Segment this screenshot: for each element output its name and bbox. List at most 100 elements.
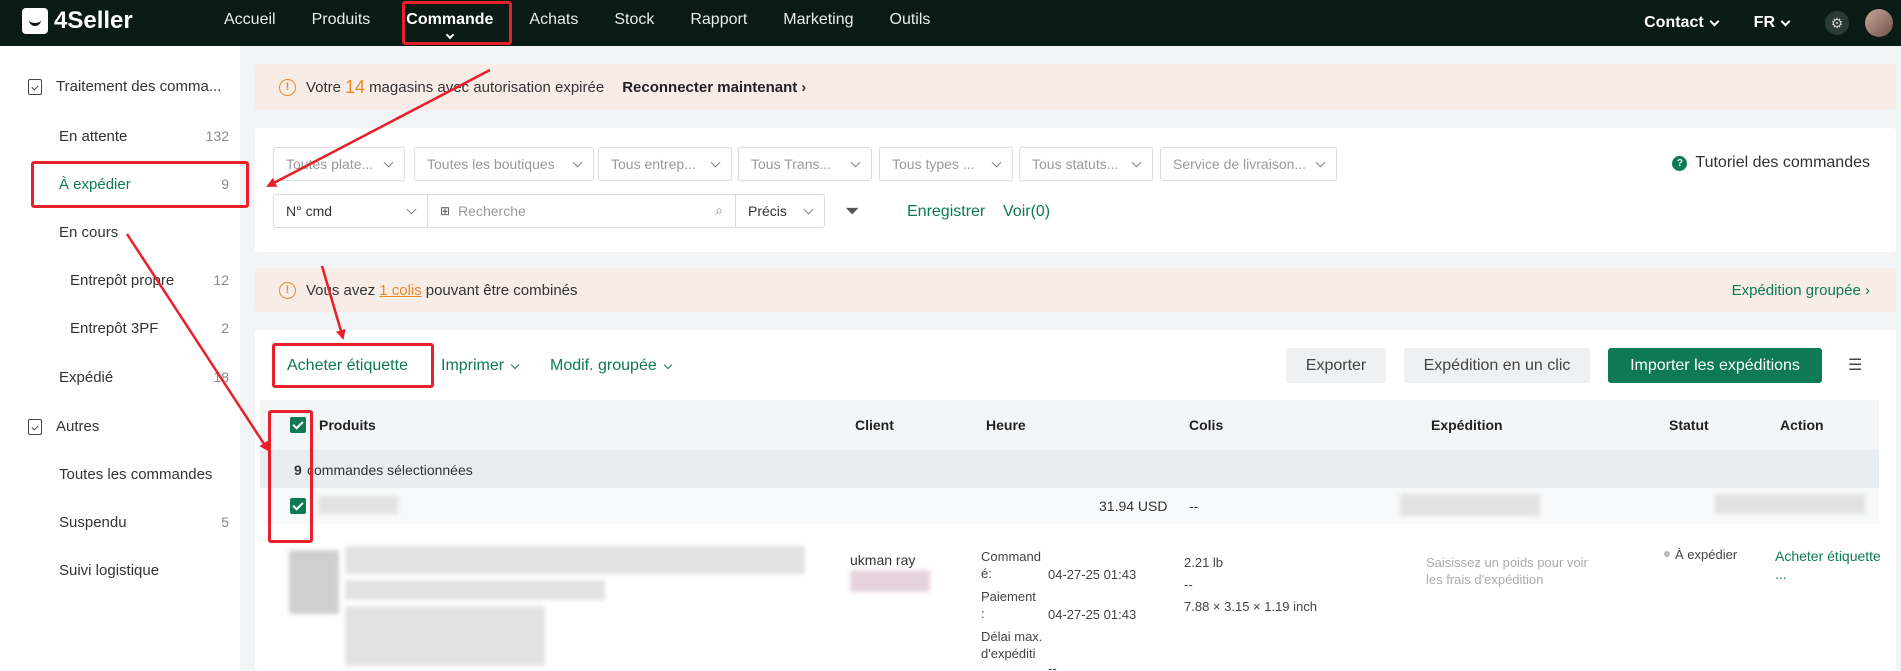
col-produits: Produits	[319, 417, 376, 433]
order-amount: 31.94 USD	[1099, 498, 1168, 514]
bulk-edit-menu[interactable]: Modif. groupée	[550, 357, 672, 375]
sidebar-item-en-attente[interactable]: En attente 132	[59, 128, 229, 145]
search-icon[interactable]: ⌕	[715, 202, 723, 219]
delivery-service-filter[interactable]: Service de livraison...	[1160, 147, 1337, 181]
col-expedition: Expédition	[1431, 417, 1503, 433]
filter-label: Tous statuts...	[1032, 156, 1119, 172]
chevron-down-icon	[1709, 16, 1720, 26]
sidebar-section-processing[interactable]: Traitement des comma...	[28, 78, 221, 95]
sidebar-item-count: 132	[205, 128, 229, 144]
brand-logo[interactable]: 4Seller	[22, 7, 133, 35]
one-click-shipping-button[interactable]: Expédition en un clic	[1404, 348, 1590, 383]
product-thumbnail	[289, 550, 339, 614]
sidebar-item-en-cours[interactable]: En cours	[59, 224, 229, 241]
redacted-client	[850, 570, 930, 592]
gear-icon[interactable]: ⚙	[1825, 11, 1849, 35]
sidebar-section-others[interactable]: Autres	[28, 418, 99, 435]
print-menu[interactable]: Imprimer	[441, 357, 520, 375]
parcel-weight: 2.21 lb	[1184, 555, 1224, 570]
import-shipments-button[interactable]: Importer les expéditions	[1608, 348, 1822, 383]
col-heure: Heure	[986, 417, 1026, 433]
sidebar-item-suspendu[interactable]: Suspendu 5	[59, 514, 229, 531]
auth-expired-banner: ! Votre 14 magasins avec autorisation ex…	[255, 64, 1896, 110]
status-filter[interactable]: Tous statuts...	[1019, 147, 1153, 181]
filter-funnel-icon[interactable]: ⏷	[845, 201, 859, 222]
time-label-commande: Command é:	[981, 549, 1041, 581]
tutorial-link[interactable]: ? Tutoriel des commandes	[1672, 154, 1870, 172]
search-type-select[interactable]: N° cmd	[273, 194, 428, 228]
nav-rapport[interactable]: Rapport	[672, 0, 765, 46]
sidebar-item-label: En cours	[59, 224, 119, 241]
nav-outils[interactable]: Outils	[872, 0, 949, 46]
time-label-delai: Délai max. d'expéditi on:	[981, 629, 1043, 661]
warning-icon: !	[279, 78, 296, 96]
nav-produits[interactable]: Produits	[294, 0, 389, 46]
sidebar-item-entrepot-propre[interactable]: Entrepôt propre 12	[70, 272, 229, 289]
print-label: Imprimer	[441, 357, 505, 374]
sidebar-section-label: Autres	[56, 418, 100, 435]
row-buy-label-link[interactable]: Acheter étiquette	[1775, 548, 1881, 565]
chevron-down-icon	[1315, 157, 1326, 168]
contact-menu[interactable]: Contact	[1644, 14, 1720, 32]
selection-summary: 9 commandes sélectionnées	[260, 450, 1879, 488]
column-settings-icon[interactable]: ☰	[1848, 355, 1862, 375]
parcel-dimensions: 7.88 × 3.15 × 1.19 inch	[1184, 599, 1317, 614]
warning-icon: !	[279, 281, 296, 299]
language-menu[interactable]: FR	[1754, 14, 1791, 32]
sidebar-item-suivi-logistique[interactable]: Suivi logistique	[59, 562, 229, 579]
alert-text: pouvant être combinés	[425, 281, 578, 299]
clipboard-icon	[28, 418, 42, 435]
chevron-down-icon	[710, 157, 721, 168]
clipboard-icon	[28, 78, 42, 95]
platform-filter[interactable]: Toutes plate...	[273, 147, 405, 181]
sidebar-item-label: En attente	[59, 128, 128, 145]
sidebar-item-count: 18	[213, 369, 229, 385]
sidebar-item-count: 12	[213, 272, 229, 288]
chevron-down-icon	[803, 204, 814, 215]
bag-logo-icon	[22, 8, 48, 34]
col-client: Client	[855, 417, 894, 433]
filter-label: Tous entrep...	[611, 156, 696, 172]
combinable-parcels-link[interactable]: 1 colis	[379, 282, 422, 299]
col-statut: Statut	[1669, 417, 1709, 433]
sidebar-item-entrepot-3pf[interactable]: Entrepôt 3PF 2	[70, 320, 229, 337]
save-filter-button[interactable]: Enregistrer	[907, 203, 985, 221]
carrier-filter[interactable]: Tous Trans...	[738, 147, 872, 181]
grouped-shipping-link[interactable]: Expédition groupée ›	[1732, 282, 1870, 299]
main-menu: Accueil Produits Commande Achats Stock R…	[206, 0, 948, 46]
col-colis: Colis	[1189, 417, 1224, 433]
search-placeholder: Recherche	[458, 203, 526, 219]
nav-stock[interactable]: Stock	[596, 0, 672, 46]
alert-text: Vous avez	[306, 281, 376, 299]
warehouse-filter[interactable]: Tous entrep...	[598, 147, 732, 181]
nav-achats[interactable]: Achats	[511, 0, 596, 46]
avatar[interactable]	[1865, 9, 1893, 37]
highlight-buy-label	[272, 343, 434, 388]
row-more-actions[interactable]: ...	[1775, 566, 1787, 583]
bulk-edit-label: Modif. groupée	[550, 357, 657, 374]
parcel-weight-dash: --	[1184, 577, 1193, 592]
orders-panel: Acheter étiquette Imprimer Modif. groupé…	[255, 330, 1896, 671]
nav-marketing[interactable]: Marketing	[765, 0, 871, 46]
order-header-row: 31.94 USD --	[260, 488, 1879, 524]
export-button[interactable]: Exporter	[1286, 348, 1386, 383]
sidebar-item-toutes-commandes[interactable]: Toutes les commandes	[59, 466, 229, 483]
sidebar-item-expedie[interactable]: Expédié 18	[59, 369, 229, 386]
shop-filter[interactable]: Toutes les boutiques	[414, 147, 594, 181]
tutorial-label: Tutoriel des commandes	[1695, 154, 1870, 171]
chevron-right-icon: ›	[801, 78, 807, 96]
combine-parcels-banner: ! Vous avez 1 colis pouvant être combiné…	[255, 268, 1896, 312]
view-saved-button[interactable]: Voir(0)	[1003, 203, 1050, 221]
filter-panel: Toutes plate... Toutes les boutiques Tou…	[255, 128, 1896, 252]
chevron-down-icon	[850, 157, 861, 168]
match-mode-select[interactable]: Précis	[735, 194, 825, 228]
reconnect-link[interactable]: Reconnecter maintenant	[622, 79, 797, 96]
sidebar-item-label: Suspendu	[59, 514, 127, 531]
sidebar-item-label: Entrepôt 3PF	[70, 320, 159, 337]
shipping-hint: Saisissez un poids pour voir les frais d…	[1426, 555, 1588, 587]
nav-accueil[interactable]: Accueil	[206, 0, 294, 46]
type-filter[interactable]: Tous types ...	[879, 147, 1013, 181]
highlight-commande	[402, 1, 512, 45]
search-input[interactable]: ⊞ Recherche ⌕	[427, 194, 736, 228]
filter-label: Toutes les boutiques	[427, 156, 555, 172]
